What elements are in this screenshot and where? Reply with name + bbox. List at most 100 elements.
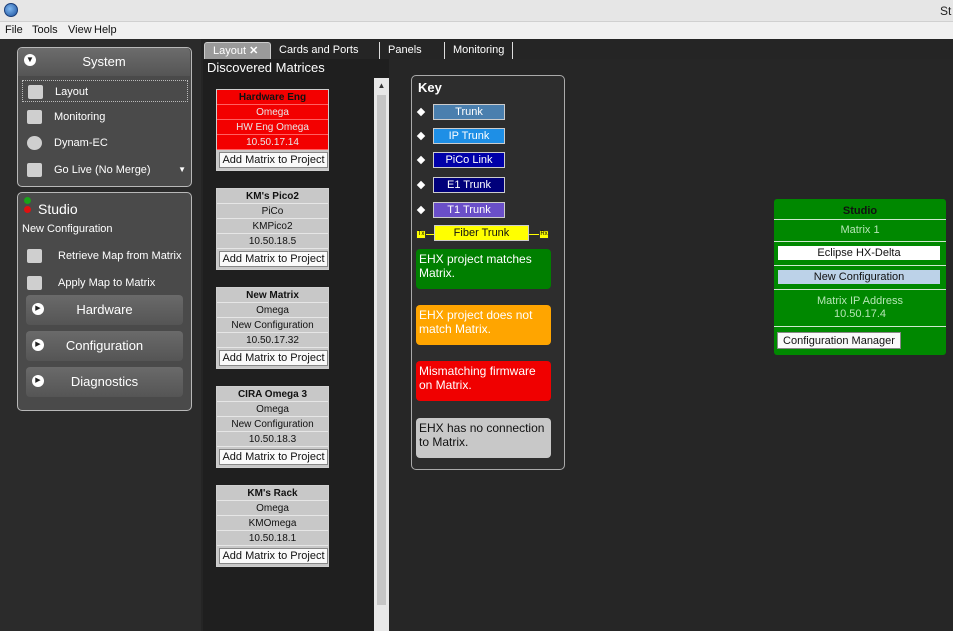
- state-does-not-match: EHX project does not match Matrix.: [416, 305, 551, 345]
- matrix-config: KMPico2: [217, 219, 328, 234]
- matrix-ip: 10.50.18.5: [217, 234, 328, 249]
- matrix-ip: 10.50.18.3: [217, 432, 328, 447]
- matrix-ip: 10.50.17.32: [217, 333, 328, 348]
- apply-map-button[interactable]: Apply Map to Matrix: [22, 272, 188, 294]
- key-trunk: Trunk: [433, 104, 505, 120]
- window-title: St: [940, 4, 952, 18]
- key-title: Key: [418, 80, 442, 95]
- dynam-ec-icon: [27, 136, 42, 150]
- key-e1-trunk: E1 Trunk: [433, 177, 505, 193]
- system-panel-header[interactable]: ▼ System: [18, 48, 190, 76]
- scroll-thumb[interactable]: [377, 95, 386, 605]
- matrix-card: CIRA Omega 3 Omega New Configuration 10.…: [216, 386, 329, 468]
- ip-address: 10.50.17.4: [834, 308, 886, 320]
- fiber-line: [426, 234, 434, 235]
- app-logo-icon: [4, 3, 18, 17]
- add-matrix-button[interactable]: Add Matrix to Project: [219, 251, 328, 267]
- configuration-manager-button[interactable]: Configuration Manager: [777, 332, 901, 349]
- tab-monitoring[interactable]: Monitoring: [444, 42, 514, 59]
- configuration-section[interactable]: ▶ Configuration: [26, 331, 183, 361]
- configuration-field[interactable]: New Configuration: [778, 270, 940, 284]
- menu-file[interactable]: File: [5, 24, 23, 36]
- studio-panel-title: Studio: [38, 201, 78, 217]
- divider: [774, 326, 946, 327]
- state-matches: EHX project matches Matrix.: [416, 249, 551, 289]
- scroll-up-icon[interactable]: ▲: [376, 81, 387, 92]
- divider: [774, 265, 946, 266]
- studio-card-title: Studio: [842, 205, 878, 217]
- tab-strip: Layout ✕ Cards and Ports Panels Monitori…: [201, 39, 953, 59]
- matrix-name: Hardware Eng: [217, 90, 328, 105]
- go-live-icon: [27, 163, 42, 177]
- key-t1-trunk: T1 Trunk: [433, 202, 505, 218]
- divider: [774, 289, 946, 290]
- matrix-type: PiCo: [217, 204, 328, 219]
- system-panel: ▼ System Layout Monitoring Dynam-EC Go L…: [17, 47, 192, 187]
- studio-matrix-card[interactable]: Studio Matrix 1 Eclipse HX-Delta New Con…: [774, 199, 946, 355]
- discovered-matrices-title: Discovered Matrices: [207, 60, 325, 75]
- fiber-line: [529, 234, 539, 235]
- matrix-ip: 10.50.18.1: [217, 531, 328, 546]
- matrix-name: KM's Rack: [217, 486, 328, 501]
- matrix-card: New Matrix Omega New Configuration 10.50…: [216, 287, 329, 369]
- retrieve-map-icon: [27, 249, 42, 263]
- left-sidebar: ▼ System Layout Monitoring Dynam-EC Go L…: [0, 39, 201, 631]
- key-fiber-trunk: Fiber Trunk: [434, 225, 529, 241]
- matrix-model-field[interactable]: Eclipse HX-Delta: [778, 246, 940, 260]
- retrieve-map-button[interactable]: Retrieve Map from Matrix: [22, 245, 188, 267]
- hardware-section[interactable]: ▶ Hardware: [26, 295, 183, 325]
- fiber-tx-port: Tx: [416, 230, 426, 239]
- nav-layout[interactable]: Layout: [22, 80, 188, 102]
- menu-tools[interactable]: Tools: [32, 24, 58, 36]
- apply-map-icon: [27, 276, 42, 290]
- key-ip-trunk: IP Trunk: [433, 128, 505, 144]
- status-red-icon: [24, 206, 31, 213]
- menu-view[interactable]: View: [68, 24, 92, 36]
- key-pico-link: PiCo Link: [433, 152, 505, 168]
- matrix-type: Omega: [217, 303, 328, 318]
- matrix-config: New Configuration: [217, 318, 328, 333]
- ip-label: Matrix IP Address: [817, 295, 903, 307]
- matrix-name: CIRA Omega 3: [217, 387, 328, 402]
- tab-cards-and-ports[interactable]: Cards and Ports: [271, 42, 366, 59]
- matrix-card: KM's Pico2 PiCo KMPico2 10.50.18.5 Add M…: [216, 188, 329, 270]
- monitoring-icon: [27, 110, 42, 124]
- menu-bar: File Tools View Help: [0, 22, 953, 39]
- studio-panel: Studio New Configuration Retrieve Map fr…: [17, 192, 192, 411]
- matrix-name: KM's Pico2: [217, 189, 328, 204]
- system-title: System: [82, 54, 126, 69]
- matrix-name: New Matrix: [217, 288, 328, 303]
- studio-panel-subtitle: New Configuration: [22, 223, 113, 235]
- add-matrix-button[interactable]: Add Matrix to Project: [219, 449, 328, 465]
- tab-panels[interactable]: Panels: [379, 42, 430, 59]
- diagnostics-section[interactable]: ▶ Diagnostics: [26, 367, 183, 397]
- dropdown-arrow-icon[interactable]: ▼: [178, 159, 186, 181]
- matrix-config: KMOmega: [217, 516, 328, 531]
- status-green-icon: [24, 197, 31, 204]
- nav-go-live[interactable]: Go Live (No Merge) ▼: [22, 159, 188, 181]
- matrix-ip: 10.50.17.14: [217, 135, 328, 150]
- matrix-card: Hardware Eng Omega HW Eng Omega 10.50.17…: [216, 89, 329, 171]
- matrix-type: Omega: [217, 105, 328, 120]
- nav-dynam-ec[interactable]: Dynam-EC: [22, 132, 188, 154]
- nav-monitoring[interactable]: Monitoring: [22, 106, 188, 128]
- matrix-type: Omega: [217, 402, 328, 417]
- state-firmware-mismatch: Mismatching firmware on Matrix.: [416, 361, 551, 401]
- divider: [774, 241, 946, 242]
- state-no-connection: EHX has no connection to Matrix.: [416, 418, 551, 458]
- add-matrix-button[interactable]: Add Matrix to Project: [219, 152, 328, 168]
- matrix-config: HW Eng Omega: [217, 120, 328, 135]
- layout-icon: [28, 85, 43, 99]
- matrix-name: Matrix 1: [840, 224, 880, 236]
- tab-layout[interactable]: Layout ✕: [204, 42, 271, 59]
- matrix-card: KM's Rack Omega KMOmega 10.50.18.1 Add M…: [216, 485, 329, 567]
- add-matrix-button[interactable]: Add Matrix to Project: [219, 548, 328, 564]
- title-bar: [0, 0, 953, 22]
- divider: [774, 219, 946, 220]
- matrix-type: Omega: [217, 501, 328, 516]
- close-icon[interactable]: ✕: [249, 45, 258, 57]
- add-matrix-button[interactable]: Add Matrix to Project: [219, 350, 328, 366]
- menu-help[interactable]: Help: [94, 24, 117, 36]
- matrix-config: New Configuration: [217, 417, 328, 432]
- fiber-rx-port: Rx: [539, 230, 549, 239]
